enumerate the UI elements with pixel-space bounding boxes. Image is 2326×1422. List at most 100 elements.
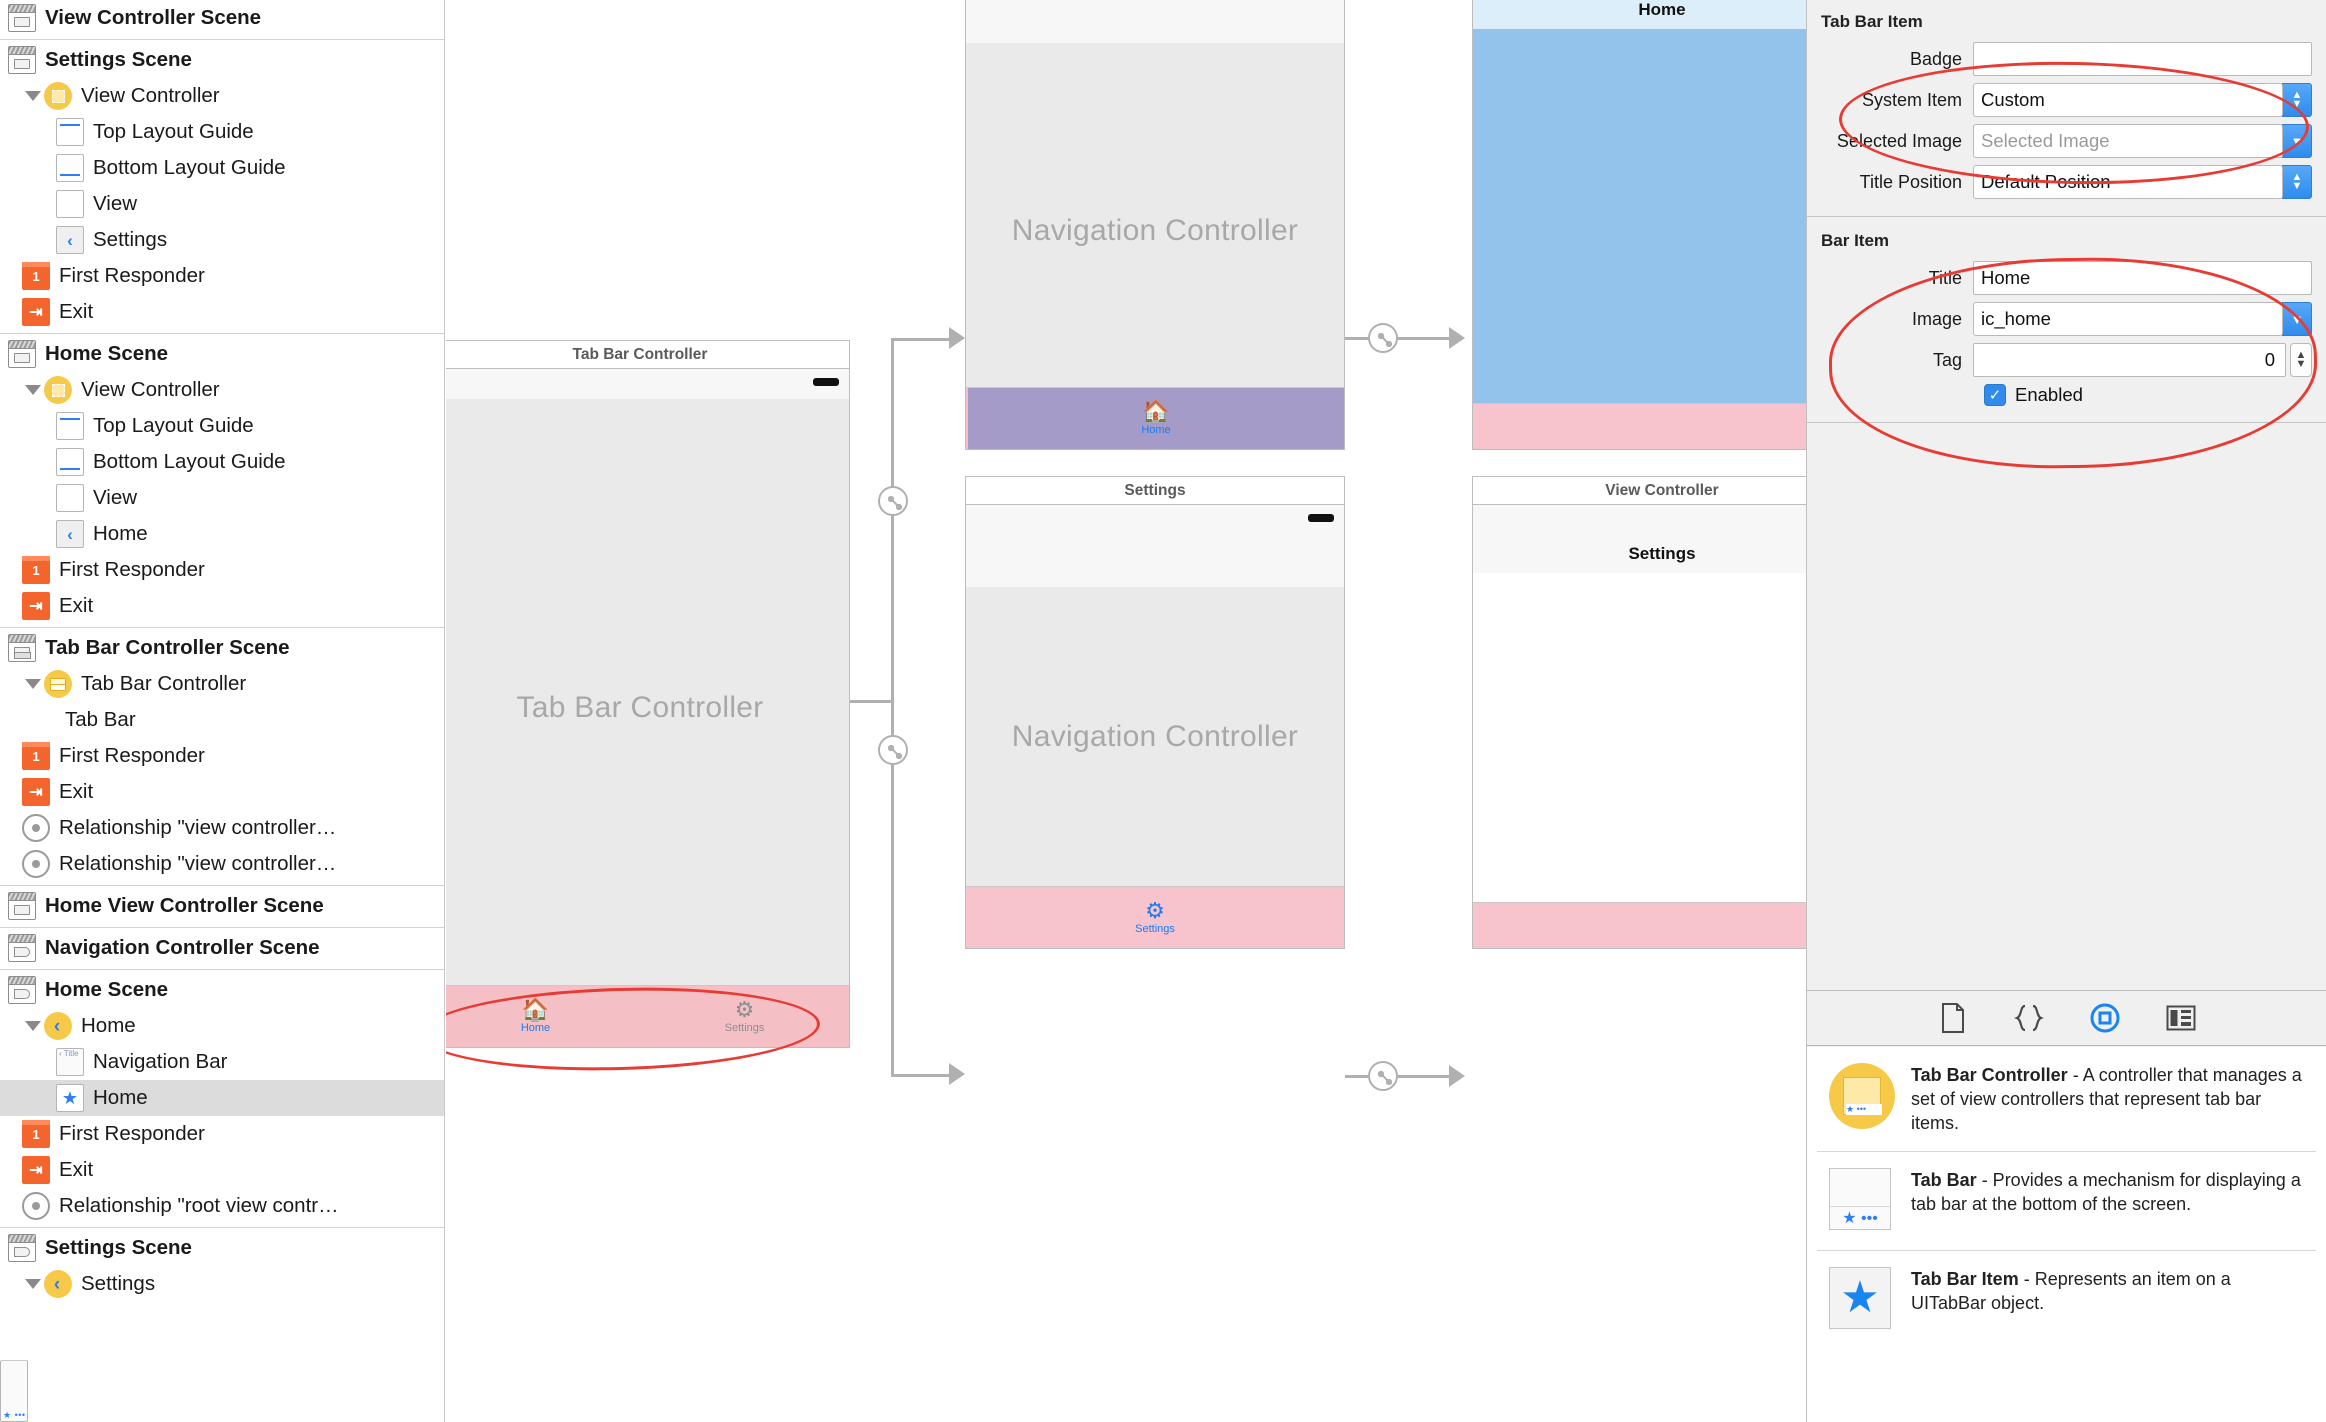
outline-object-row[interactable]: 1 First Responder bbox=[0, 552, 444, 588]
outline-scene-row[interactable]: Settings Scene bbox=[0, 1230, 444, 1266]
chevron-updown-icon[interactable]: ▲ ▼ bbox=[2282, 165, 2312, 199]
outline-object-row[interactable]: 1 First Responder bbox=[0, 738, 444, 774]
tab-bar-item-settings[interactable]: ⚙ Settings bbox=[640, 999, 849, 1035]
chevron-updown-icon[interactable]: ▲ ▼ bbox=[2282, 83, 2312, 117]
media-library-icon[interactable] bbox=[2164, 1001, 2198, 1035]
attributes-inspector-panel[interactable]: Tab Bar Item Badge System Item Custom ▲ ▼… bbox=[1806, 0, 2326, 1422]
outline-object-row[interactable]: View bbox=[0, 480, 444, 516]
field-label: Title Position bbox=[1859, 171, 1962, 192]
outline-object-row[interactable]: Relationship "view controller… bbox=[0, 810, 444, 846]
tab-bar[interactable]: 🏠 Home bbox=[966, 387, 1344, 449]
outline-object-row[interactable]: ⇥ Exit bbox=[0, 774, 444, 810]
title-input[interactable]: Home bbox=[1973, 261, 2312, 295]
outline-object-row[interactable]: ‹ Settings bbox=[0, 222, 444, 258]
status-bar bbox=[446, 369, 849, 399]
outline-object-row[interactable]: ‹ Home bbox=[0, 516, 444, 552]
outline-object-row[interactable]: ⇥ Exit bbox=[0, 294, 444, 330]
outline-object-row[interactable]: Relationship "view controller… bbox=[0, 846, 444, 882]
outline-object-row[interactable]: ⇥ Exit bbox=[0, 588, 444, 624]
enabled-checkbox[interactable]: ✓ bbox=[1984, 384, 2006, 406]
outline-object-row[interactable]: View bbox=[0, 186, 444, 222]
library-tab-bar[interactable] bbox=[1807, 990, 2326, 1046]
selected-image-combo[interactable]: Selected Image bbox=[1973, 124, 2283, 158]
outline-object-row[interactable]: View Controller bbox=[0, 78, 444, 114]
stepper-icon[interactable]: ▲ ▼ bbox=[2290, 343, 2312, 377]
system-item-popup[interactable]: Custom bbox=[1973, 83, 2283, 117]
image-combo[interactable]: ic_home bbox=[1973, 302, 2283, 336]
outline-object-row[interactable]: Bottom Layout Guide bbox=[0, 150, 444, 186]
outline-separator bbox=[0, 927, 444, 928]
tab-bar-icon bbox=[0, 1360, 28, 1422]
outline-object-row[interactable]: ⇥ Exit bbox=[0, 1152, 444, 1188]
outline-object-label: Navigation Bar bbox=[93, 1050, 228, 1073]
tab-bar-controller-thumb bbox=[1829, 1063, 1895, 1129]
disclosure-triangle-icon[interactable] bbox=[22, 1008, 44, 1044]
relationship-segue-badge[interactable] bbox=[878, 486, 908, 516]
scene-settings-view-controller[interactable]: Settings bbox=[1472, 504, 1806, 949]
navigation-controller-icon: ‹ bbox=[44, 1012, 72, 1040]
top-layout-guide-icon bbox=[56, 118, 84, 146]
object-library-list[interactable]: Tab Bar Controller - A controller that m… bbox=[1807, 1047, 2326, 1422]
scene-title-settings: Settings bbox=[965, 476, 1345, 504]
outline-object-label: Exit bbox=[59, 594, 94, 617]
library-item[interactable]: Tab Bar - Provides a mechanism for displ… bbox=[1807, 1152, 2326, 1250]
storyboard-canvas[interactable]: Tab Bar Controller Tab Bar Controller 🏠 … bbox=[446, 0, 1806, 1422]
navigation-bar bbox=[966, 0, 1344, 43]
tab-bar-item-home[interactable]: 🏠 Home bbox=[446, 999, 640, 1035]
tab-bar-item-label: Home bbox=[520, 1022, 551, 1034]
outline-object-row[interactable]: Tab Bar bbox=[0, 702, 444, 1422]
scene-navigation-controller-home[interactable]: Navigation Controller 🏠 Home bbox=[965, 0, 1345, 450]
object-library-icon[interactable] bbox=[2088, 1001, 2122, 1035]
outline-scene-row[interactable]: Settings Scene bbox=[0, 42, 444, 78]
disclosure-triangle-icon[interactable] bbox=[22, 372, 44, 408]
relationship-segue-badge[interactable] bbox=[878, 735, 908, 765]
navigation-controller-icon: ‹ bbox=[44, 1270, 72, 1298]
scene-icon bbox=[8, 46, 36, 74]
chevron-down-icon[interactable]: ▼ bbox=[2282, 302, 2312, 336]
outline-scene-row[interactable]: Navigation Controller Scene bbox=[0, 930, 444, 966]
badge-input[interactable] bbox=[1973, 42, 2312, 76]
document-outline-panel[interactable]: View Controller Scene Settings Scene View … bbox=[0, 0, 445, 1422]
tab-bar-item-label: Settings bbox=[724, 1022, 765, 1034]
scene-home[interactable]: Home bbox=[1472, 0, 1806, 450]
outline-object-row[interactable]: Top Layout Guide bbox=[0, 114, 444, 150]
tab-bar-item-settings[interactable]: ⚙ Settings bbox=[966, 900, 1344, 936]
nav-scene-icon bbox=[8, 934, 36, 962]
chevron-down-icon[interactable]: ▼ bbox=[2282, 124, 2312, 158]
outline-object-row[interactable]: 1 First Responder bbox=[0, 258, 444, 294]
disclosure-triangle-icon[interactable] bbox=[22, 78, 44, 114]
outline-object-row[interactable]: Top Layout Guide bbox=[0, 408, 444, 444]
outline-object-row[interactable]: View Controller bbox=[0, 372, 444, 408]
scene-tab-bar-controller[interactable]: Tab Bar Controller 🏠 Home ⚙ Settings bbox=[446, 368, 850, 1048]
outline-object-row[interactable]: 1 First Responder bbox=[0, 1116, 444, 1152]
segue-badge[interactable] bbox=[1368, 323, 1398, 353]
file-template-icon[interactable] bbox=[1936, 1001, 1970, 1035]
outline-scene-row[interactable]: Tab Bar Controller Scene bbox=[0, 630, 444, 666]
outline-object-label: First Responder bbox=[59, 1122, 205, 1145]
outline-scene-row[interactable]: Home View Controller Scene bbox=[0, 888, 444, 924]
navigation-bar-title: Settings bbox=[1473, 535, 1806, 573]
code-snippet-icon[interactable] bbox=[2012, 1001, 2046, 1035]
disclosure-triangle-icon[interactable] bbox=[22, 666, 44, 702]
outline-object-row[interactable]: ‹ Settings bbox=[0, 1266, 444, 1302]
tab-bar[interactable]: ⚙ Settings bbox=[966, 886, 1344, 948]
library-item-title: Tab Bar bbox=[1911, 1170, 1977, 1190]
outline-object-row[interactable]: Bottom Layout Guide bbox=[0, 444, 444, 480]
tag-input[interactable]: 0 bbox=[1973, 343, 2286, 377]
outline-scene-row[interactable]: Home Scene bbox=[0, 336, 444, 372]
tab-bar-item-home[interactable]: 🏠 Home bbox=[968, 401, 1344, 437]
title-position-popup[interactable]: Default Position bbox=[1973, 165, 2283, 199]
outline-object-row[interactable]: ‹ Home bbox=[0, 1008, 444, 1044]
library-item[interactable]: ★ Tab Bar Item - Represents an item on a… bbox=[1807, 1251, 2326, 1349]
library-item[interactable]: Tab Bar Controller - A controller that m… bbox=[1807, 1047, 2326, 1151]
outline-object-row[interactable]: Relationship "root view contr… bbox=[0, 1188, 444, 1224]
segue-badge[interactable] bbox=[1368, 1061, 1398, 1091]
outline-object-row[interactable]: Navigation Bar bbox=[0, 1044, 444, 1080]
outline-object-row[interactable]: Tab Bar Controller bbox=[0, 666, 444, 702]
outline-object-row[interactable]: ★ Home bbox=[0, 1080, 444, 1116]
scene-navigation-controller-settings[interactable]: Navigation Controller ⚙ Settings bbox=[965, 504, 1345, 949]
disclosure-triangle-icon[interactable] bbox=[22, 1266, 44, 1302]
tab-bar[interactable]: 🏠 Home ⚙ Settings bbox=[446, 985, 849, 1047]
outline-scene-row[interactable]: View Controller Scene bbox=[0, 0, 444, 36]
outline-scene-row[interactable]: Home Scene bbox=[0, 972, 444, 1008]
